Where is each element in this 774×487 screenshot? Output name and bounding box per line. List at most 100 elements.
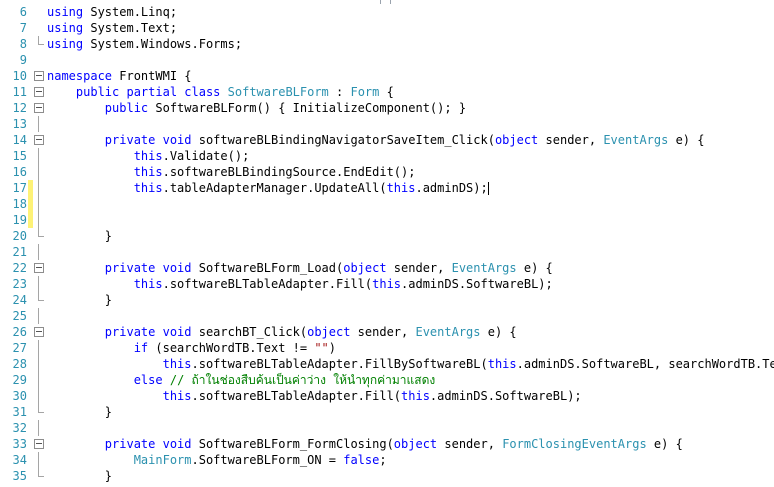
code-token: searchBT_Click(: [191, 325, 308, 339]
code-token: public partial class: [75, 85, 221, 99]
code-token: else: [133, 373, 163, 387]
code-text[interactable]: private void SoftwareBLForm_FormClosing(…: [47, 436, 683, 452]
code-line[interactable]: 26 private void searchBT_Click(object se…: [0, 324, 774, 340]
code-line[interactable]: 27 if (searchWordTB.Text != ""): [0, 340, 774, 356]
code-token: (searchWordTB.Text !=: [148, 341, 315, 355]
code-token: System.Linq;: [83, 5, 178, 19]
code-text[interactable]: if (searchWordTB.Text != ""): [47, 340, 336, 356]
code-line[interactable]: 6 using System.Linq;: [0, 4, 774, 20]
line-number: 20: [12, 229, 27, 243]
line-number: 35: [12, 469, 27, 483]
line-number: 7: [19, 21, 27, 35]
collapse-icon[interactable]: [34, 327, 44, 337]
code-line[interactable]: 32: [0, 420, 774, 436]
code-token: ;: [379, 453, 387, 467]
code-text[interactable]: using System.Linq;: [47, 4, 177, 20]
code-text[interactable]: else // ถ้าในช่องสืบค้นเป็นค่าว่าง ให้นำ…: [47, 372, 436, 388]
code-text[interactable]: this.tableAdapterManager.UpdateAll(this.…: [47, 180, 489, 196]
outline-guide: [38, 404, 44, 413]
code-token: System.Text;: [83, 21, 178, 35]
code-token: this: [162, 389, 192, 403]
collapse-icon[interactable]: [34, 439, 44, 449]
line-number: 11: [12, 85, 27, 99]
collapse-icon[interactable]: [34, 135, 44, 145]
code-text[interactable]: this.softwareBLTableAdapter.Fill(this.ad…: [47, 276, 553, 292]
code-line[interactable]: 25: [0, 308, 774, 324]
code-line[interactable]: 23 this.softwareBLTableAdapter.Fill(this…: [0, 276, 774, 292]
code-text[interactable]: public partial class SoftwareBLForm : Fo…: [47, 84, 394, 100]
code-line[interactable]: 17 this.tableAdapterManager.UpdateAll(th…: [0, 180, 774, 196]
code-line[interactable]: 34 MainForm.SoftwareBLForm_ON = false;: [0, 452, 774, 468]
code-line[interactable]: 12 public SoftwareBLForm() { InitializeC…: [0, 100, 774, 116]
code-line[interactable]: 16 this.softwareBLBindingSource.EndEdit(…: [0, 164, 774, 180]
code-line[interactable]: 7 using System.Text;: [0, 20, 774, 36]
code-text[interactable]: using System.Windows.Forms;: [47, 36, 242, 52]
code-token: SoftwareBLForm_Load(: [191, 261, 344, 275]
line-number: 16: [12, 165, 27, 179]
collapse-icon[interactable]: [34, 71, 44, 81]
outline-guide: [38, 244, 39, 260]
code-line[interactable]: 24 }: [0, 292, 774, 308]
code-line[interactable]: 30 this.softwareBLTableAdapter.Fill(this…: [0, 388, 774, 404]
code-text[interactable]: namespace FrontWMI {: [47, 68, 192, 84]
code-token: SoftwareBLForm_FormClosing(: [191, 437, 394, 451]
code-text[interactable]: public SoftwareBLForm() { InitializeComp…: [47, 100, 466, 116]
line-number: 9: [19, 53, 27, 67]
code-token: FrontWMI {: [112, 69, 192, 83]
code-text[interactable]: }: [47, 404, 112, 420]
code-line[interactable]: 10 namespace FrontWMI {: [0, 68, 774, 84]
code-token: this: [133, 149, 163, 163]
code-text[interactable]: this.softwareBLTableAdapter.Fill(this.ad…: [47, 388, 582, 404]
code-line[interactable]: 20 }: [0, 228, 774, 244]
code-line[interactable]: 8 using System.Windows.Forms;: [0, 36, 774, 52]
code-line[interactable]: 22 private void SoftwareBLForm_Load(obje…: [0, 260, 774, 276]
code-token: e) {: [646, 437, 683, 451]
code-text[interactable]: private void searchBT_Click(object sende…: [47, 324, 517, 340]
line-number: 6: [19, 5, 27, 19]
code-token: false: [343, 453, 380, 467]
collapse-icon[interactable]: [34, 87, 44, 97]
code-text[interactable]: this.softwareBLBindingSource.EndEdit();: [47, 164, 416, 180]
code-line[interactable]: 35 }: [0, 468, 774, 484]
code-text[interactable]: }: [47, 468, 112, 484]
code-text[interactable]: }: [47, 292, 112, 308]
code-line[interactable]: 31 }: [0, 404, 774, 420]
code-token: object: [393, 437, 438, 451]
line-number: 30: [12, 389, 27, 403]
code-token: .adminDS);: [415, 181, 488, 195]
code-text[interactable]: MainForm.SoftwareBLForm_ON = false;: [47, 452, 387, 468]
code-line[interactable]: 15 this.Validate();: [0, 148, 774, 164]
outline-guide: [38, 388, 39, 404]
code-line[interactable]: 33 private void SoftwareBLForm_FormClosi…: [0, 436, 774, 452]
code-token: sender,: [437, 437, 503, 451]
code-token: "": [314, 341, 329, 355]
code-line[interactable]: 9: [0, 52, 774, 68]
outline-guide: [38, 228, 44, 237]
code-text[interactable]: using System.Text;: [47, 20, 177, 36]
line-number: 12: [12, 101, 27, 115]
code-line[interactable]: 28 this.softwareBLTableAdapter.FillBySof…: [0, 356, 774, 372]
code-editor[interactable]: 6 using System.Linq; 7 using System.Text; 8 u…: [0, 0, 774, 487]
code-line[interactable]: 14 private void softwareBLBindingNavigat…: [0, 132, 774, 148]
collapse-icon[interactable]: [34, 103, 44, 113]
code-line[interactable]: 19: [0, 212, 774, 228]
code-token: e) {: [516, 261, 553, 275]
text-caret: [487, 182, 489, 195]
code-text[interactable]: }: [47, 228, 112, 244]
code-text[interactable]: private void SoftwareBLForm_Load(object …: [47, 260, 553, 276]
code-line[interactable]: 29 else // ถ้าในช่องสืบค้นเป็นค่าว่าง ให…: [0, 372, 774, 388]
code-text[interactable]: this.Validate();: [47, 148, 250, 164]
collapse-icon[interactable]: [34, 263, 44, 273]
code-text[interactable]: this.softwareBLTableAdapter.FillBySoftwa…: [47, 356, 774, 372]
code-line[interactable]: 18: [0, 196, 774, 212]
code-line[interactable]: 11 public partial class SoftwareBLForm :…: [0, 84, 774, 100]
line-number: 26: [12, 325, 27, 339]
code-line[interactable]: 13: [0, 116, 774, 132]
line-number: 13: [12, 117, 27, 131]
code-text[interactable]: private void softwareBLBindingNavigatorS…: [47, 132, 705, 148]
code-line[interactable]: 21: [0, 244, 774, 260]
